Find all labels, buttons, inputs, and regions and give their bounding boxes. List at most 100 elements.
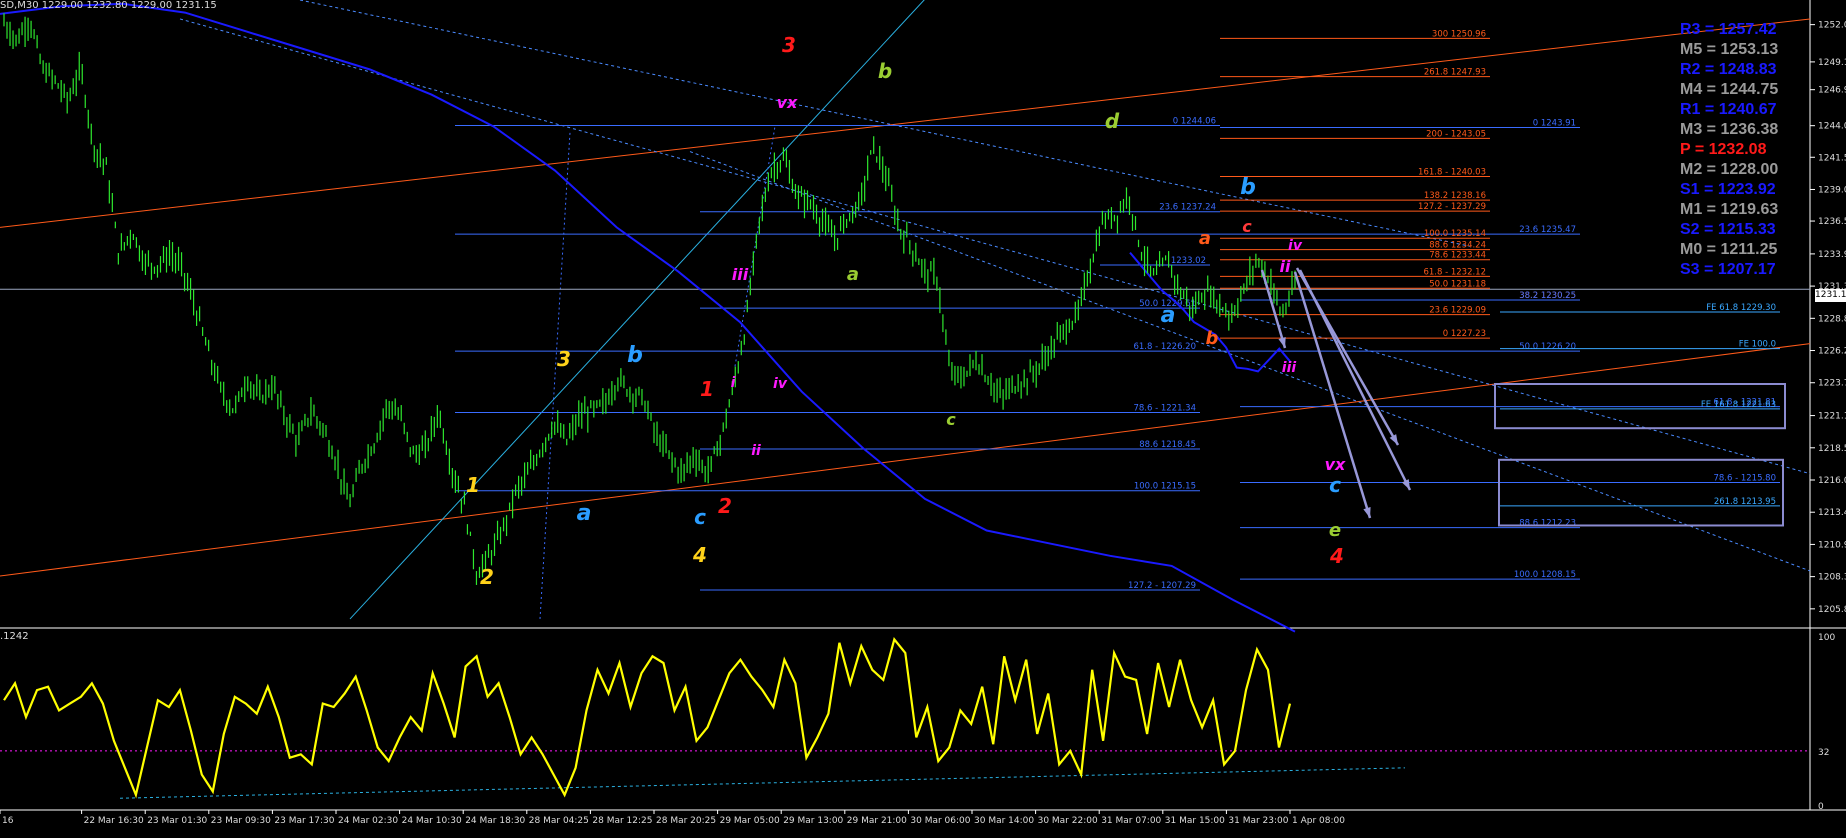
pivot-value: 1211.25	[1720, 241, 1778, 258]
dotted-trendline-a	[179, 18, 1811, 475]
y-tick-label: 1218.55	[1818, 444, 1846, 454]
fib-level-label: 100.0 1235.14	[1424, 229, 1486, 239]
y-tick-label: 1213.45	[1818, 508, 1846, 518]
projection-arrow-1	[1260, 269, 1287, 349]
pivot-value: 1232.08	[1708, 141, 1767, 158]
wave-label: a	[847, 264, 859, 285]
wave-label: a	[1199, 228, 1211, 249]
osc-trendline	[119, 767, 1406, 799]
wave-label: ii	[1280, 257, 1291, 276]
wave-label: b	[1240, 175, 1256, 200]
pivot-value: 1228.00	[1720, 161, 1779, 178]
pivot-row: M0 = 1211.25	[1680, 241, 1778, 258]
pivot-row: S3 = 1207.17	[1680, 261, 1776, 278]
pivot-row: M2 = 1228.00	[1680, 161, 1779, 178]
pivot-label: S1	[1680, 181, 1700, 198]
x-tick-label: 23 Mar 09:30	[211, 816, 271, 826]
wave-label: i	[731, 375, 736, 391]
wave-label: b	[627, 343, 643, 368]
wave-label: 4	[692, 543, 707, 567]
y-tick-label: 1241.55	[1818, 153, 1846, 163]
fib-level-label: FE 100.0	[1739, 340, 1776, 350]
osc-y-tick-label: 100	[1818, 633, 1835, 643]
oscillator-line	[3, 637, 1292, 799]
y-tick-label: 1246.90	[1818, 86, 1846, 96]
pivot-label: P	[1680, 141, 1691, 158]
wave-label: iv	[1288, 238, 1303, 254]
x-tick-label: 24 Mar 10:30	[402, 816, 462, 826]
price-chart-svg[interactable]: 1252.05 1249.10 1246.90 1244.05 1241.55 1239.…	[0, 0, 1846, 834]
pivot-label: R2	[1680, 61, 1701, 78]
pivot-value: 1207.17	[1717, 261, 1776, 278]
fib-level-label: 200 - 1243.05	[1426, 129, 1486, 139]
wave-label: c	[946, 410, 956, 429]
wave-label: iv	[773, 376, 788, 392]
x-tick-label: 30 Mar 06:00	[910, 816, 970, 826]
pivot-row: R3 = 1257.42	[1680, 21, 1777, 38]
fib-level-label: 138.2 1238.16	[1424, 191, 1486, 201]
fib-level-label: 78.6 1233.44	[1429, 251, 1486, 261]
pivot-value: 1236.38	[1720, 121, 1779, 138]
wave-label: b	[1206, 328, 1219, 349]
wave-label: c	[1242, 217, 1252, 236]
pivot-row: M5 = 1253.13	[1680, 41, 1779, 58]
y-tick-label: 1221.10	[1818, 412, 1846, 422]
wave-label: 2	[480, 565, 494, 589]
pivot-value: 1248.83	[1718, 61, 1777, 78]
fib-level-label: 0 1227.23	[1443, 329, 1486, 339]
fib-level-label: 88.6 1218.45	[1139, 440, 1196, 450]
price-bars	[3, 13, 1296, 585]
moving-average-line	[0, 2, 1296, 633]
dotted-fan-b	[539, 132, 571, 619]
fib-level-label: FE 161.8 1221.63	[1701, 400, 1776, 410]
pivot-label: M2	[1680, 161, 1703, 178]
fib-level-label: 100.0 1215.15	[1134, 482, 1196, 492]
fib-level-label: 300 1250.96	[1432, 29, 1486, 39]
pivot-label: M0	[1680, 241, 1703, 258]
pivot-label: M1	[1680, 201, 1703, 218]
fib-level-label: 78.6 - 1215.80	[1713, 474, 1776, 484]
pivot-value: 1253.13	[1720, 41, 1779, 58]
pivot-value: 1240.67	[1718, 101, 1777, 118]
pivot-row: S1 = 1223.92	[1680, 181, 1776, 198]
osc-y-tick-label: 32	[1818, 748, 1829, 758]
y-tick-label: 1233.90	[1818, 250, 1846, 260]
symbol-label: SD,M30	[0, 0, 39, 11]
x-tick-label: 1 Apr 08:00	[1292, 816, 1345, 826]
x-tick-label: 23 Mar 17:30	[274, 816, 334, 826]
pivot-label: M3	[1680, 121, 1703, 138]
pivot-label: S3	[1680, 261, 1700, 278]
wave-label: e	[1329, 520, 1341, 541]
pivot-value: 1257.42	[1718, 21, 1777, 38]
wave-label: 3	[782, 33, 796, 57]
pivot-value: 1223.92	[1717, 181, 1776, 198]
y-tick-label: 1210.90	[1818, 540, 1846, 550]
x-tick-label: 22 Mar 16:30	[84, 816, 144, 826]
fib-level-label: 88.6 1234.24	[1429, 241, 1486, 251]
wave-label: 4	[1329, 544, 1344, 568]
fib-level-label: 261.8 1213.95	[1714, 497, 1776, 507]
trading-chart[interactable]: 1252.05 1249.10 1246.90 1244.05 1241.55 1239.…	[0, 0, 1846, 834]
dotted-trendline-b	[299, 0, 1471, 247]
pivot-row: P = 1232.08	[1680, 141, 1767, 158]
fib-level-label: 23.6 1229.09	[1429, 306, 1486, 316]
pivot-row: M1 = 1219.63	[1680, 201, 1779, 218]
fib-level-label: 23.6 1235.47	[1519, 225, 1576, 235]
projection-arrow-2-head	[1389, 434, 1398, 445]
x-tick-label: 24 Mar 02:30	[338, 816, 398, 826]
target-box-lower	[1498, 458, 1784, 527]
pivot-row: S2 = 1215.33	[1680, 221, 1776, 238]
wave-label: d	[1105, 109, 1120, 133]
x-tick-label: 31 Mar 23:00	[1228, 816, 1288, 826]
fib-level-label: 78.6 - 1221.34	[1133, 404, 1196, 414]
cyan-trendline	[349, 0, 925, 620]
y-tick-label: 1252.05	[1818, 21, 1846, 31]
fib-level-label: 61.8 - 1232.12	[1423, 267, 1486, 277]
pivot-label: M4	[1680, 81, 1703, 98]
x-tick-label: 28 Mar 12:25	[592, 816, 652, 826]
pivot-row: M4 = 1244.75	[1680, 81, 1779, 98]
fib-level-label: 23.6 1237.24	[1159, 203, 1216, 213]
oscillator-label: .1242	[0, 631, 29, 642]
pivot-row: R2 = 1248.83	[1680, 61, 1777, 78]
wave-label: b	[878, 59, 892, 83]
